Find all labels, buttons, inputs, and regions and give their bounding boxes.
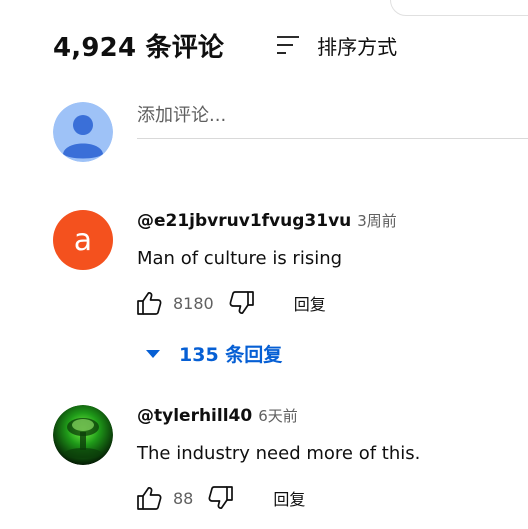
thumbs-up-icon [137,487,162,510]
author-name[interactable]: @tylerhill40 [137,406,252,426]
comment-time[interactable]: 6天前 [258,405,298,426]
author-avatar[interactable]: a [53,210,113,270]
thumbs-up-icon [137,292,162,315]
comment-actions: 8180 回复 [135,288,326,318]
comment-text: The industry need more of this. [137,443,421,464]
view-replies-button[interactable]: 135 条回复 [145,340,282,367]
like-count: 8180 [173,293,214,313]
like-count: 88 [173,488,194,508]
comment-meta: @e21jbvruv1fvug31vu 3周前 [137,210,528,234]
comment-count: 4,924 条评论 [53,32,225,63]
author-avatar[interactable] [53,405,113,465]
comment-body: @e21jbvruv1fvug31vu 3周前 Man of culture i… [137,210,528,269]
reply-button[interactable]: 回复 [294,291,326,315]
comment-text: Man of culture is rising [137,248,343,269]
comment-meta: @tylerhill40 6天前 [137,405,528,429]
dislike-button[interactable] [207,484,235,512]
replies-count: 135 条回复 [179,344,283,366]
author-name[interactable]: @e21jbvruv1fvug31vu [137,211,351,231]
dislike-button[interactable] [228,289,256,317]
thumbs-down-icon [229,291,254,314]
comments-section: 4,924 条评论 排序方式 a [0,0,528,529]
sort-label: 排序方式 [317,34,398,59]
comment-actions: 88 回复 [135,483,305,513]
top-button-edge [390,0,528,16]
comment-input-wrapper [137,102,528,139]
add-comment-box [53,102,528,162]
sort-button[interactable]: 排序方式 [276,31,397,60]
sort-icon [276,34,300,56]
green-mushroom-cloud-avatar [53,405,113,465]
comment-body: @tylerhill40 6天前 The industry need more … [137,405,528,464]
default-user-icon [53,102,113,162]
comments-header: 4,924 条评论 排序方式 [53,25,528,65]
caret-down-icon [146,349,160,358]
comment-input[interactable] [137,105,528,126]
reply-button[interactable]: 回复 [273,486,305,510]
avatar-letter: a [73,222,93,258]
current-user-avatar[interactable] [53,102,113,162]
thumbs-down-icon [208,486,234,509]
comment-time[interactable]: 3周前 [357,210,397,231]
like-button[interactable] [135,289,163,317]
like-button[interactable] [135,484,163,512]
